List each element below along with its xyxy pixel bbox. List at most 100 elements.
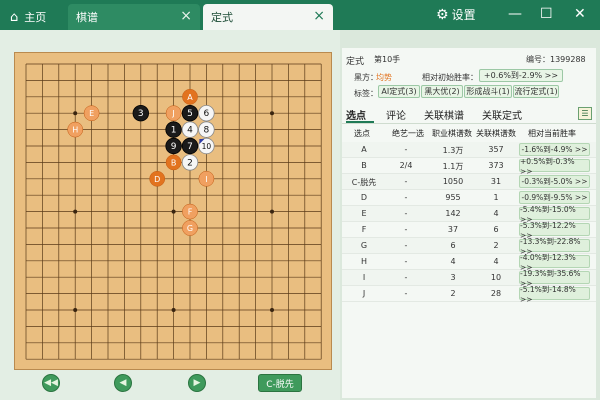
cell-top-choice: - bbox=[404, 241, 408, 250]
tag-fight[interactable]: 形成战斗(1) bbox=[464, 85, 512, 98]
cell-related-count: 1 bbox=[493, 193, 499, 202]
home-icon: ⌂ bbox=[10, 9, 19, 25]
cell-pro-count: 3 bbox=[450, 273, 456, 282]
tags-label: 标签： bbox=[354, 89, 378, 98]
cell-top-choice: - bbox=[404, 289, 408, 298]
board-svg[interactable]: A B D E FG H I J 3 15 9 7 6 4 8 10 2 bbox=[15, 53, 333, 371]
cell-point: B bbox=[361, 161, 367, 170]
cell-point: A bbox=[361, 145, 367, 154]
winrate-button[interactable]: -1.6%到-4.9% >> bbox=[519, 143, 590, 156]
cell-related-count: 10 bbox=[490, 273, 502, 282]
joseki-id: 编号：1399288 bbox=[526, 55, 586, 64]
list-icon[interactable]: ☰ bbox=[578, 107, 592, 120]
cell-related-count: 4 bbox=[493, 257, 499, 266]
joseki-panel: 定式 第10手 编号：1399288 黑方： 均势 相对初始胜率： +0.6%到… bbox=[342, 48, 596, 398]
panel-tabs: 选点 评论 关联棋谱 关联定式 ☰ bbox=[342, 104, 596, 124]
cell-point: G bbox=[360, 241, 368, 250]
candidate-label: J bbox=[171, 109, 174, 118]
cell-top-choice: - bbox=[404, 193, 408, 202]
cell-related-count: 28 bbox=[490, 289, 502, 298]
gear-icon: ⚙ bbox=[436, 6, 449, 23]
cell-top-choice: - bbox=[404, 145, 408, 154]
star-point bbox=[171, 209, 176, 214]
tag-ai[interactable]: AI定式(3) bbox=[378, 85, 420, 98]
close-icon[interactable]: × bbox=[180, 9, 192, 23]
tag-popular[interactable]: 流行定式(1) bbox=[513, 85, 559, 98]
tab-records-label: 棋谱 bbox=[76, 11, 98, 24]
cell-related-count: 31 bbox=[490, 177, 502, 186]
tab-home[interactable]: ⌂ 主页 bbox=[0, 4, 65, 30]
winrate-button[interactable]: -5.4%到-15.0% >> bbox=[519, 205, 590, 224]
tab-joseki[interactable]: 定式 × bbox=[203, 4, 333, 30]
cell-point: I bbox=[362, 273, 366, 282]
cell-pro-count: 142 bbox=[445, 209, 461, 218]
candidate-label: B bbox=[171, 158, 177, 167]
winrate-button[interactable]: -0.3%到-5.0% >> bbox=[519, 175, 590, 188]
tag-black-advantage[interactable]: 黑大优(2) bbox=[421, 85, 463, 98]
star-point bbox=[73, 111, 78, 116]
winrate-button[interactable]: -13.3%到-22.8% >> bbox=[519, 237, 590, 256]
winrate-button[interactable]: -4.0%到-12.3% >> bbox=[519, 253, 590, 272]
close-window-icon[interactable]: ✕ bbox=[574, 6, 586, 22]
header-winrate: 相对当前胜率 bbox=[528, 129, 576, 138]
candidate-label: H bbox=[72, 126, 78, 135]
table-row[interactable]: B 2/4 1.1万 373 +0.5%到-0.3% >> bbox=[342, 157, 596, 176]
table-header: 选点 绝艺一选 职业棋谱数 关联棋谱数 相对当前胜率 bbox=[342, 126, 596, 141]
winrate-button[interactable]: -19.3%到-35.6% >> bbox=[519, 269, 590, 288]
tab-related-records[interactable]: 关联棋谱 bbox=[424, 107, 464, 122]
cell-point: J bbox=[362, 289, 366, 298]
star-point bbox=[270, 308, 274, 312]
cell-point: H bbox=[360, 257, 367, 266]
candidate-label: G bbox=[187, 224, 193, 233]
star-point bbox=[270, 209, 274, 214]
stone-number: 5 bbox=[187, 109, 193, 119]
candidate-label: A bbox=[187, 93, 193, 102]
cell-pro-count: 2 bbox=[450, 289, 456, 298]
cell-point: F bbox=[361, 225, 367, 234]
settings-label: 设置 bbox=[451, 8, 476, 22]
tab-points[interactable]: 选点 bbox=[346, 107, 366, 122]
cell-related-count: 2 bbox=[493, 241, 499, 250]
winrate-value[interactable]: +0.6%到-2.9% >> bbox=[479, 69, 563, 82]
table-row[interactable]: C-脱先 - 1050 31 -0.3%到-5.0% >> bbox=[342, 174, 596, 190]
winrate-button[interactable]: -5.3%到-12.2% >> bbox=[519, 221, 590, 240]
next-move-button[interactable]: ▶ bbox=[188, 374, 206, 392]
maximize-icon[interactable]: ☐ bbox=[540, 6, 553, 22]
star-point bbox=[73, 308, 78, 312]
cell-top-choice: - bbox=[404, 273, 408, 282]
cell-pro-count: 1050 bbox=[442, 177, 464, 186]
tab-related-joseki[interactable]: 关联定式 bbox=[482, 107, 522, 122]
table-row[interactable]: J - 2 28 -5.1%到-14.8% >> bbox=[342, 285, 596, 304]
close-icon[interactable]: × bbox=[313, 9, 325, 23]
cell-point: E bbox=[361, 209, 367, 218]
go-board[interactable]: A B D E F G H I J 3 1 5 9 7 6 4 8 10 2 bbox=[14, 52, 332, 370]
cell-top-choice: - bbox=[404, 225, 408, 234]
winrate-button[interactable]: -5.1%到-14.8% >> bbox=[519, 285, 590, 304]
cell-related-count: 357 bbox=[488, 145, 504, 154]
tab-comments[interactable]: 评论 bbox=[386, 107, 406, 122]
stone-number: 1 bbox=[171, 126, 177, 136]
cell-pro-count: 1.3万 bbox=[442, 146, 464, 155]
tab-joseki-label: 定式 bbox=[211, 11, 233, 24]
winrate-button[interactable]: -0.9%到-9.5% >> bbox=[519, 191, 590, 204]
cell-point: D bbox=[360, 193, 368, 202]
stone-number: 7 bbox=[187, 142, 193, 152]
cell-pro-count: 6 bbox=[450, 241, 456, 250]
first-move-button[interactable]: ◀◀ bbox=[42, 374, 60, 392]
candidate-label: D bbox=[154, 175, 160, 184]
cell-pro-count: 37 bbox=[447, 225, 459, 234]
cell-pro-count: 1.1万 bbox=[442, 162, 464, 171]
tab-records[interactable]: 棋谱 × bbox=[68, 4, 200, 30]
stone-number: 4 bbox=[187, 126, 193, 136]
cell-pro-count: 4 bbox=[450, 257, 456, 266]
info-title: 定式 bbox=[346, 57, 365, 67]
prev-move-button[interactable]: ◀ bbox=[114, 374, 132, 392]
minimize-icon[interactable]: — bbox=[508, 6, 522, 22]
stone-number: 8 bbox=[204, 126, 210, 136]
star-point bbox=[270, 111, 274, 116]
tenuki-button[interactable]: C-脱先 bbox=[258, 374, 302, 392]
black-value: 均势 bbox=[376, 73, 392, 82]
winrate-button[interactable]: +0.5%到-0.3% >> bbox=[519, 157, 590, 176]
settings-button[interactable]: ⚙ 设置 bbox=[436, 6, 476, 23]
stone-number: 6 bbox=[204, 109, 210, 119]
